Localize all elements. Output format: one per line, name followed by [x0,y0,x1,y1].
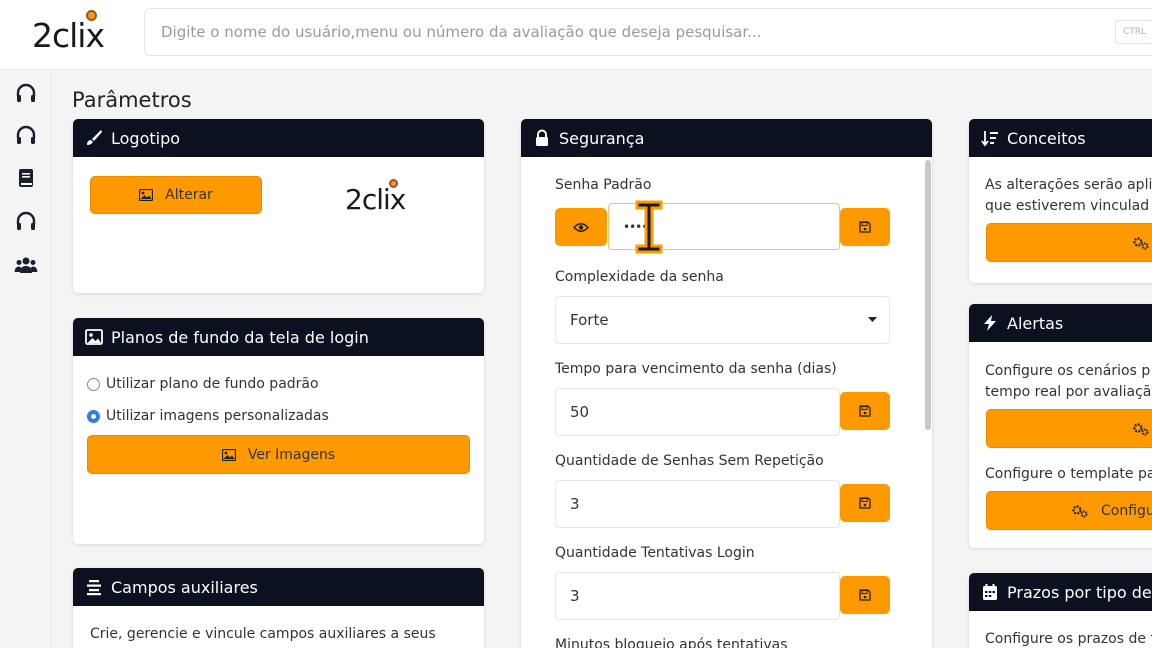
logo-preview: 2clix [345,179,425,219]
sem-repeticao-value: 3 [570,495,580,513]
radio-custom-label: Utilizar imagens personalizadas [106,408,329,424]
complexidade-label: Complexidade da senha [555,269,724,285]
sidebar [0,70,52,648]
text-cursor-icon [635,200,663,254]
alertas-description-1: Configure os cenários p [985,363,1151,379]
book-icon[interactable] [14,166,38,190]
seguranca-scrollbar[interactable] [925,160,931,430]
radio-circle-checked[interactable] [87,409,100,423]
cogs-icon [1133,236,1149,249]
seguranca-title: Segurança [559,128,645,148]
image-icon [139,189,154,201]
save-icon [859,221,871,233]
caret-down-icon [868,317,877,322]
calendar-icon [983,584,997,600]
image-icon [221,448,236,461]
radio-default-background[interactable]: Utilizar plano de fundo padrão [87,376,319,392]
paint-brush-icon [87,130,102,145]
seguranca-card: Segurança Senha Padrão •••• Complexidade… [521,119,932,648]
prazos-title: Prazos por tipo de f [1007,582,1152,602]
seguranca-header: Segurança [521,119,932,157]
show-password-button[interactable] [555,208,607,246]
search-input[interactable]: Digite o nome do usuário,menu ou número … [144,8,1152,56]
search-placeholder: Digite o nome do usuário,menu ou número … [161,23,762,41]
complexidade-select[interactable]: Forte [555,296,890,344]
planos-header: Planos de fundo da tela de login [73,318,484,356]
planos-title: Planos de fundo da tela de login [111,327,369,347]
planos-card: Planos de fundo da tela de login Utiliza… [73,318,484,544]
page-title: Parâmetros [72,88,192,112]
cogs-icon [1133,422,1149,435]
logo-preview-dot-icon [389,179,398,188]
campos-title: Campos auxiliares [111,577,258,597]
alterar-logo-button[interactable]: Alterar [90,176,262,214]
alertas-config-label: Configu [1101,502,1152,519]
save-senha-padrao-button[interactable] [840,208,890,246]
alertas-template-config-button[interactable]: Configu [986,491,1152,530]
logo-dot-icon [86,10,97,21]
bolt-icon [984,315,996,331]
radio-custom-images[interactable]: Utilizar imagens personalizadas [87,408,329,424]
logo-preview-text: 2clix [345,183,406,216]
top-bar: 2clix Digite o nome do usuário,menu ou n… [0,0,1152,70]
campos-description: Crie, gerencie e vincule campos auxiliar… [90,626,436,642]
image-icon [85,329,103,345]
senha-padrao-label: Senha Padrão [555,177,652,193]
vencimento-label: Tempo para vencimento da senha (dias) [555,361,837,377]
prazos-card: Prazos por tipo de f Configure os prazos… [969,573,1152,648]
conceitos-description-1: As alterações serão apli [985,177,1152,193]
logotipo-card: Logotipo Alterar 2clix [73,119,484,293]
conceitos-header: Conceitos [969,119,1152,157]
list-icon [87,580,101,596]
ver-imagens-label: Ver Imagens [247,446,336,463]
cogs-icon [1072,504,1088,517]
conceitos-title: Conceitos [1007,128,1086,148]
eye-icon [573,222,589,232]
save-icon [859,497,871,509]
tentativas-value: 3 [570,587,580,605]
conceitos-description-2: que estiverem vinculad [985,198,1150,214]
save-vencimento-button[interactable] [840,392,890,430]
complexidade-value: Forte [570,311,609,329]
app-logo[interactable]: 2clix [32,10,118,55]
alertas-header: Alertas [969,304,1152,342]
logotipo-title: Logotipo [111,128,181,148]
ver-imagens-button[interactable]: Ver Imagens [87,435,470,474]
search-shortcut-badge: CTRL [1115,20,1152,44]
alertas-description-2: tempo real por avaliaçã [985,384,1152,400]
save-icon [859,405,871,417]
lock-icon [536,129,548,146]
alertas-template-text: Configure o template pa [985,466,1152,482]
campos-card: Campos auxiliares Crie, gerencie e vincu… [73,568,484,648]
sem-repeticao-input[interactable]: 3 [555,480,840,528]
users-icon[interactable] [14,253,38,277]
alertas-card: Alertas Configure os cenários p tempo re… [969,304,1152,548]
conceitos-config-button[interactable] [986,223,1152,262]
headset-icon[interactable] [14,210,38,234]
tentativas-input[interactable]: 3 [555,572,840,620]
alterar-label: Alterar [165,187,213,203]
logotipo-header: Logotipo [73,119,484,157]
campos-header: Campos auxiliares [73,568,484,606]
headset-icon[interactable] [14,124,38,148]
radio-default-label: Utilizar plano de fundo padrão [106,376,319,392]
logo-text: 2clix [32,16,105,55]
save-sem-repeticao-button[interactable] [840,484,890,522]
headset-icon[interactable] [14,82,38,106]
alertas-config-button[interactable] [986,409,1152,448]
prazos-description: Configure os prazos de f [985,631,1152,647]
sem-repeticao-label: Quantidade de Senhas Sem Repetição [555,453,824,469]
save-tentativas-button[interactable] [840,576,890,614]
conceitos-card: Conceitos As alterações serão apli que e… [969,119,1152,283]
prazos-header: Prazos por tipo de f [969,573,1152,611]
sort-icon [981,131,998,147]
radio-circle[interactable] [87,377,100,391]
vencimento-input[interactable]: 50 [555,388,840,436]
minutos-label: Minutos bloqueio após tentativas [555,637,788,648]
vencimento-value: 50 [570,403,590,421]
save-icon [859,589,871,601]
tentativas-label: Quantidade Tentativas Login [555,545,755,561]
alertas-title: Alertas [1007,313,1064,333]
